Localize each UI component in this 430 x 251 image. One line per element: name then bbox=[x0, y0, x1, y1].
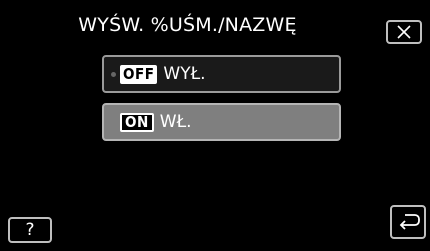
on-badge: ON bbox=[120, 112, 154, 132]
indicator-dot-icon bbox=[111, 71, 116, 77]
return-arrow-icon bbox=[399, 214, 420, 230]
page-title: WYŚW. %UŚM./NAZWĘ bbox=[78, 14, 297, 36]
option-on[interactable]: ON WŁ. bbox=[102, 103, 341, 141]
close-icon bbox=[397, 25, 411, 39]
help-button[interactable]: ? bbox=[8, 217, 52, 243]
back-button[interactable] bbox=[390, 205, 426, 239]
option-on-label: WŁ. bbox=[159, 112, 192, 132]
close-button[interactable] bbox=[386, 20, 422, 44]
off-badge: OFF bbox=[120, 64, 158, 84]
settings-screen: WYŚW. %UŚM./NAZWĘ OFF WYŁ. ON WŁ. ? bbox=[0, 0, 430, 251]
option-off[interactable]: OFF WYŁ. bbox=[102, 55, 341, 93]
help-label: ? bbox=[25, 220, 35, 240]
option-off-label: WYŁ. bbox=[163, 64, 206, 84]
